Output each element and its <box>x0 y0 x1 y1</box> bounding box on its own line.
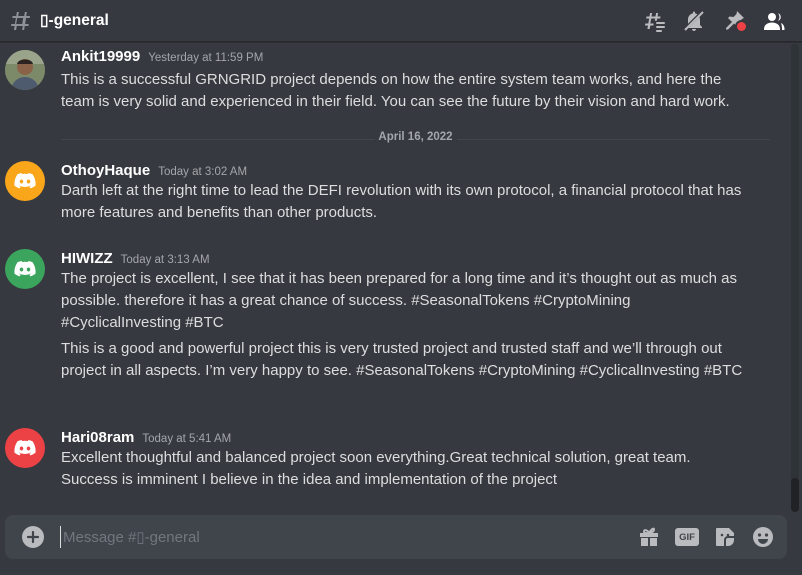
avatar[interactable] <box>5 50 45 90</box>
message-text: This is a successful GRNGRID project dep… <box>61 71 730 110</box>
message-list[interactable]: Ankit19999 Yesterday at 11:59 PM This is… <box>0 42 790 512</box>
channel-header: ▯-general <box>0 0 802 42</box>
gif-label: GIF <box>675 528 699 546</box>
message-header: Hari08ram Today at 5:41 AM <box>61 429 231 446</box>
emoji-icon[interactable] <box>751 525 775 549</box>
date-divider-label: April 16, 2022 <box>374 131 457 143</box>
scrollbar-thumb[interactable] <box>791 478 799 512</box>
discord-avatar-icon[interactable] <box>5 249 45 289</box>
message-timestamp: Today at 5:41 AM <box>142 433 232 445</box>
hashtag-icon <box>8 9 32 33</box>
composer-toolbar: GIF <box>637 515 775 559</box>
date-divider: April 16, 2022 <box>61 131 770 143</box>
message-text: Darth left at the right time to lead the… <box>61 182 742 221</box>
message-header: Ankit19999 Yesterday at 11:59 PM <box>61 48 263 65</box>
channel-title: ▯-general <box>40 12 109 29</box>
unread-pins-badge <box>735 20 748 33</box>
muted-bell-icon[interactable] <box>682 9 706 33</box>
message-timestamp: Yesterday at 11:59 PM <box>148 52 264 64</box>
sticker-icon[interactable] <box>713 525 737 549</box>
gift-icon[interactable] <box>637 525 661 549</box>
author-name[interactable]: Hari08ram <box>61 429 134 446</box>
discord-channel-view: ▯-general Ankit19999 Yesterday at 11:59 … <box>0 0 802 575</box>
author-name[interactable]: Ankit19999 <box>61 48 140 65</box>
message-input[interactable] <box>60 526 585 548</box>
author-name[interactable]: OthoyHaque <box>61 162 150 179</box>
message-text: The project is excellent, I see that it … <box>61 270 737 331</box>
message-composer: GIF <box>5 515 787 559</box>
threads-icon[interactable] <box>642 9 666 33</box>
add-attachment-icon[interactable] <box>22 526 44 548</box>
author-name[interactable]: HIWIZZ <box>61 250 113 267</box>
message-text: This is a good and powerful project this… <box>61 340 743 379</box>
message-header: OthoyHaque Today at 3:02 AM <box>61 162 247 179</box>
gif-icon[interactable]: GIF <box>675 525 699 549</box>
scrollbar[interactable] <box>791 44 799 512</box>
pin-icon[interactable] <box>722 9 748 33</box>
message-header: HIWIZZ Today at 3:13 AM <box>61 250 210 267</box>
message-timestamp: Today at 3:13 AM <box>120 254 210 266</box>
members-icon[interactable] <box>762 9 786 33</box>
message-text: Excellent thoughtful and balanced projec… <box>61 449 691 488</box>
discord-avatar-icon[interactable] <box>5 161 45 201</box>
message-timestamp: Today at 3:02 AM <box>158 166 248 178</box>
discord-avatar-icon[interactable] <box>5 428 45 468</box>
header-toolbar <box>642 0 786 42</box>
